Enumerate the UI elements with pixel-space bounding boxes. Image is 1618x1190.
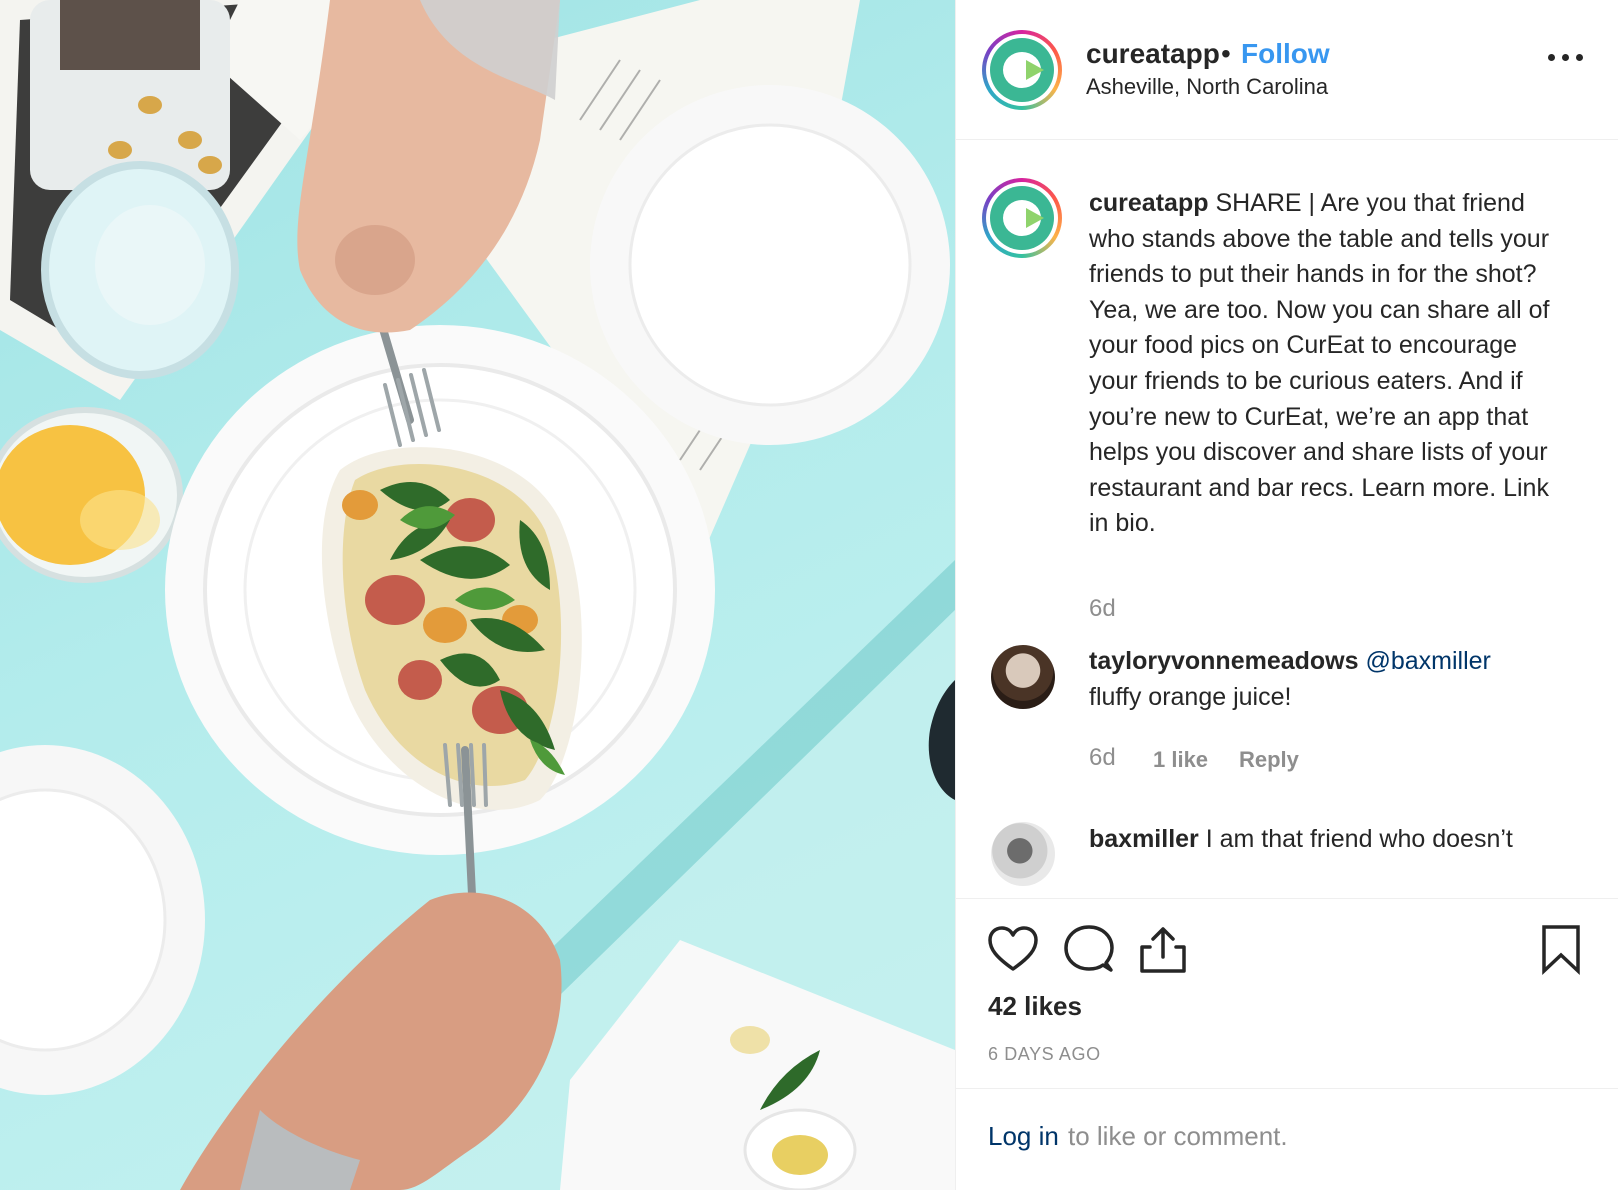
likes-count[interactable]: 42 likes [988, 991, 1082, 1022]
comment-timestamp: 6d [1089, 744, 1116, 771]
post-photo[interactable] [0, 0, 955, 1190]
food-photo-illustration [0, 0, 955, 1190]
comment: tayloryvonnemeadows @baxmiller fluffy or… [1089, 644, 1569, 715]
comment-text: fluffy orange juice! [1089, 682, 1292, 711]
login-prompt: Log in to like or comment. [956, 1088, 1618, 1190]
comment-username[interactable]: baxmiller [1089, 825, 1199, 853]
comment-likes[interactable]: 1 like [1153, 747, 1208, 773]
comment-avatar[interactable] [991, 822, 1055, 886]
header-separator: • [1221, 38, 1231, 69]
caption-timestamp: 6d [1089, 595, 1116, 622]
login-prompt-text: to like or comment. [1068, 1121, 1288, 1151]
bookmark-icon[interactable] [1534, 923, 1588, 977]
more-options-icon[interactable] [1546, 48, 1586, 68]
comment-username[interactable]: tayloryvonnemeadows [1089, 647, 1359, 675]
heart-icon[interactable] [986, 923, 1040, 977]
comment: baxmiller I am that friend who doesn’t [1089, 822, 1569, 858]
comment-icon[interactable] [1062, 923, 1116, 977]
caption: cureatapp SHARE | Are you that friend wh… [1089, 186, 1569, 542]
comment-text: I am that friend who doesn’t [1205, 825, 1513, 853]
post-timestamp: 6 DAYS AGO [988, 1044, 1101, 1064]
caption-username[interactable]: cureatapp [1089, 189, 1208, 217]
avatar[interactable] [982, 30, 1062, 110]
comments-list[interactable]: cureatapp SHARE | Are you that friend wh… [956, 140, 1618, 898]
location-link[interactable]: Asheville, North Carolina [1086, 74, 1328, 100]
reply-button[interactable]: Reply [1239, 747, 1299, 773]
post-sidebar: cureatapp • Follow Asheville, North Caro… [955, 0, 1618, 1190]
header-username[interactable]: cureatapp [1086, 38, 1220, 70]
cureat-logo-icon [990, 186, 1054, 250]
share-icon[interactable] [1136, 923, 1190, 977]
post-header: cureatapp • Follow Asheville, North Caro… [956, 0, 1618, 140]
cureat-logo-icon [990, 38, 1054, 102]
caption-text: SHARE | Are you that friend who stands a… [1089, 189, 1550, 538]
caption-avatar[interactable] [982, 178, 1062, 258]
comment-avatar[interactable] [991, 645, 1055, 709]
follow-button[interactable]: Follow [1241, 38, 1330, 70]
post-actions: 42 likes 6 DAYS AGO [956, 898, 1618, 1088]
comment-mention[interactable]: @baxmiller [1365, 647, 1490, 675]
login-link[interactable]: Log in [988, 1121, 1059, 1152]
